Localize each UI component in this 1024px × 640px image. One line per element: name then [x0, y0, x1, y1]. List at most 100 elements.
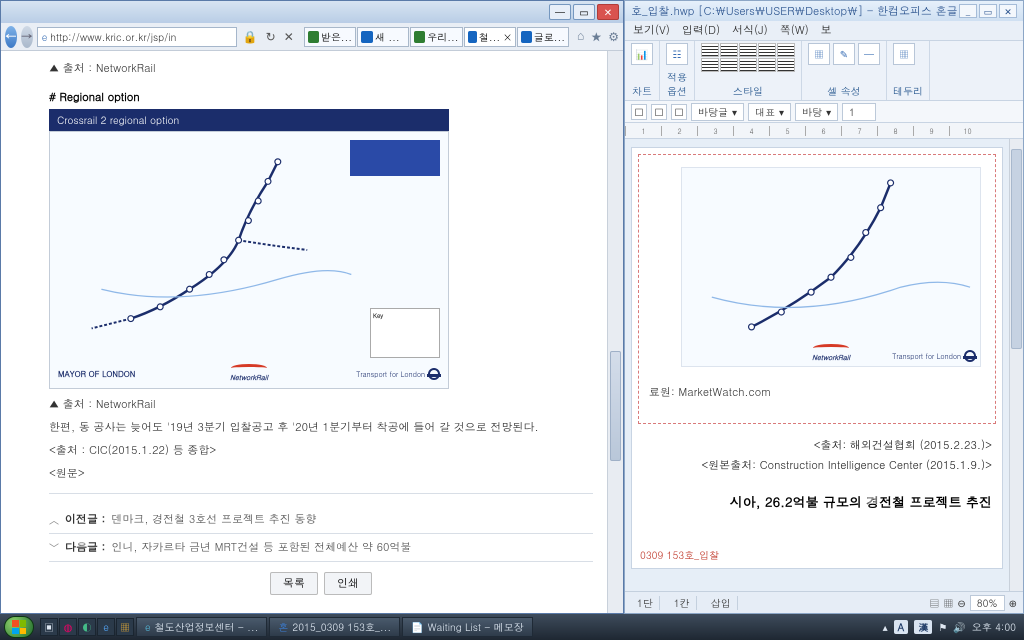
- maximize-button[interactable]: ▭: [573, 4, 595, 20]
- ql-icon[interactable]: ▦: [116, 618, 134, 636]
- toolbar-icons: ⌂ ★ ⚙: [577, 28, 619, 45]
- pencil-icon[interactable]: ✎: [833, 43, 855, 65]
- button-row: 목록 인쇄: [49, 572, 593, 595]
- stop-lock-icon[interactable]: 🔒: [243, 28, 258, 45]
- close-button[interactable]: ✕: [597, 4, 619, 20]
- home-icon[interactable]: ⌂: [577, 28, 584, 45]
- minimize-button[interactable]: _: [959, 4, 977, 18]
- tab-1[interactable]: 받은...: [304, 27, 356, 47]
- view-icon[interactable]: ▤: [929, 596, 939, 610]
- tab-label: 우리...: [427, 30, 458, 44]
- start-button[interactable]: [4, 616, 34, 638]
- font-select[interactable]: 바탕▾: [795, 103, 838, 121]
- tab-4[interactable]: 철... ×: [464, 27, 516, 47]
- favorites-icon[interactable]: ★: [590, 28, 602, 45]
- task-label: 2015_0309 153호_...: [292, 620, 391, 634]
- notepad-icon: 📄: [411, 620, 423, 634]
- new-icon[interactable]: ☐: [631, 104, 647, 120]
- clock[interactable]: 오후 4:00: [972, 620, 1016, 634]
- forward-button[interactable]: →: [21, 26, 33, 48]
- article-paragraph: 한편, 동 공사는 늦어도 '19년 3분기 입찰공고 후 '20년 1분기부터…: [49, 420, 593, 435]
- tab-3[interactable]: 우리...: [410, 27, 462, 47]
- menu-more[interactable]: 보: [821, 23, 832, 38]
- chart-icon[interactable]: 📊: [631, 43, 653, 65]
- stop-icon[interactable]: ✕: [284, 28, 294, 45]
- restore-button[interactable]: ▭: [979, 4, 997, 18]
- volume-icon[interactable]: 🔊: [953, 620, 965, 634]
- style-select[interactable]: 바탕글▾: [691, 103, 744, 121]
- next-article[interactable]: ﹀ 다음글 : 인니, 자카르타 금년 MRT건설 등 포함된 전체예산 약 6…: [49, 534, 593, 561]
- scroll-thumb[interactable]: [610, 351, 621, 461]
- original-link[interactable]: <원문>: [49, 466, 593, 481]
- task-item[interactable]: 혼 2015_0309 153호_...: [269, 617, 400, 637]
- nr-text: NetworkRail: [230, 372, 268, 382]
- hwp-window: 호_입찰.hwp [C:\Users\USER\Desktop\] - 한컴오피…: [624, 0, 1024, 614]
- fill-icon[interactable]: ▦: [808, 43, 830, 65]
- favicon-icon: [521, 31, 532, 43]
- hwp-document[interactable]: NetworkRail Transport for London 료원: Mar…: [631, 147, 1003, 569]
- tab-2[interactable]: 새 ...: [357, 27, 409, 47]
- tray-up-icon[interactable]: ▴: [883, 620, 888, 634]
- zoom-out-icon[interactable]: ⊖: [957, 596, 965, 610]
- apply-icon[interactable]: ☷: [666, 43, 688, 65]
- ql-icon[interactable]: ▣: [40, 618, 58, 636]
- rep-select[interactable]: 대표▾: [748, 103, 791, 121]
- task-item[interactable]: 📄 Waiting List - 메모장: [402, 617, 532, 637]
- ime-lang[interactable]: A: [894, 620, 909, 634]
- ql-icon[interactable]: e: [97, 618, 115, 636]
- close-button[interactable]: ✕: [999, 4, 1017, 18]
- prev-article[interactable]: ︿ 이전글 : 덴마크, 경전철 3호선 프로젝트 추진 동향: [49, 506, 593, 533]
- print-button[interactable]: 인쇄: [324, 572, 372, 595]
- hwp-icon: 혼: [278, 620, 288, 634]
- status-col: 1단: [631, 596, 660, 610]
- select-value: 바탕: [802, 105, 822, 119]
- style-grid[interactable]: [701, 43, 795, 72]
- ribbon-label: 테두리: [893, 84, 923, 98]
- ql-icon[interactable]: ◍: [59, 618, 77, 636]
- border-icon[interactable]: ▦: [893, 43, 915, 65]
- hwp-statusbar: 1단 1칸 삽입 ▤ ▦ ⊖ 80% ⊕: [625, 591, 1023, 613]
- ie-scrollbar[interactable]: [607, 51, 623, 613]
- zoom-control: ▤ ▦ ⊖ 80% ⊕: [929, 595, 1017, 611]
- tab-label: 글로...: [534, 30, 565, 44]
- menu-view[interactable]: 보기(V): [633, 23, 670, 38]
- separator: [49, 493, 593, 494]
- open-icon[interactable]: ☐: [651, 104, 667, 120]
- tab-label: 새 ...: [375, 30, 400, 44]
- task-item[interactable]: e철도산업정보센터 - ...: [136, 617, 267, 637]
- tray-icon[interactable]: ⚑: [938, 620, 947, 634]
- zoom-value[interactable]: 80%: [970, 595, 1005, 611]
- hwp-format-bar: ☐ ☐ ☐ 바탕글▾ 대표▾ 바탕▾ 1: [625, 101, 1023, 123]
- scroll-thumb[interactable]: [1011, 149, 1022, 349]
- view-icon[interactable]: ▦: [943, 596, 953, 610]
- zoom-in-icon[interactable]: ⊕: [1009, 596, 1017, 610]
- ribbon-label: 스타일: [701, 84, 795, 98]
- favicon-icon: [361, 31, 373, 43]
- ruler[interactable]: 12345678910: [625, 123, 1023, 139]
- status-cell: 1칸: [668, 596, 697, 610]
- tab-5[interactable]: 글로...: [517, 27, 569, 47]
- menu-format[interactable]: 서식(J): [732, 23, 768, 38]
- reload-icon[interactable]: ↻: [266, 28, 276, 45]
- mayor-label: MAYOR OF LONDON: [58, 369, 135, 380]
- line-icon[interactable]: —: [858, 43, 880, 65]
- ql-icon[interactable]: ◐: [78, 618, 96, 636]
- size-select[interactable]: 1: [842, 103, 876, 121]
- menu-page[interactable]: 쪽(W): [780, 23, 809, 38]
- task-label: Waiting List - 메모장: [428, 620, 524, 634]
- list-button[interactable]: 목록: [270, 572, 318, 595]
- hwp-ribbon: 📊차트 ☷적용 옵션 스타일 ▦ ✎ — 셀 속성 ▦테두리: [625, 41, 1023, 101]
- tools-icon[interactable]: ⚙: [608, 28, 619, 45]
- tfl-text: Transport for London: [892, 351, 961, 361]
- hwp-scrollbar[interactable]: [1009, 139, 1023, 591]
- minimize-button[interactable]: —: [549, 4, 571, 20]
- separator: [49, 561, 593, 562]
- back-button[interactable]: ←: [5, 26, 17, 48]
- nr-text: NetworkRail: [812, 352, 850, 362]
- address-bar[interactable]: ehttp://www.kric.or.kr/jsp/in: [37, 27, 237, 47]
- ime-hanja[interactable]: 漢: [914, 620, 932, 634]
- save-icon[interactable]: ☐: [671, 104, 687, 120]
- menu-input[interactable]: 입력(D): [682, 23, 720, 38]
- swoosh-icon: [813, 344, 849, 352]
- doc-tab-name[interactable]: 0309 153호_입찰: [640, 548, 719, 562]
